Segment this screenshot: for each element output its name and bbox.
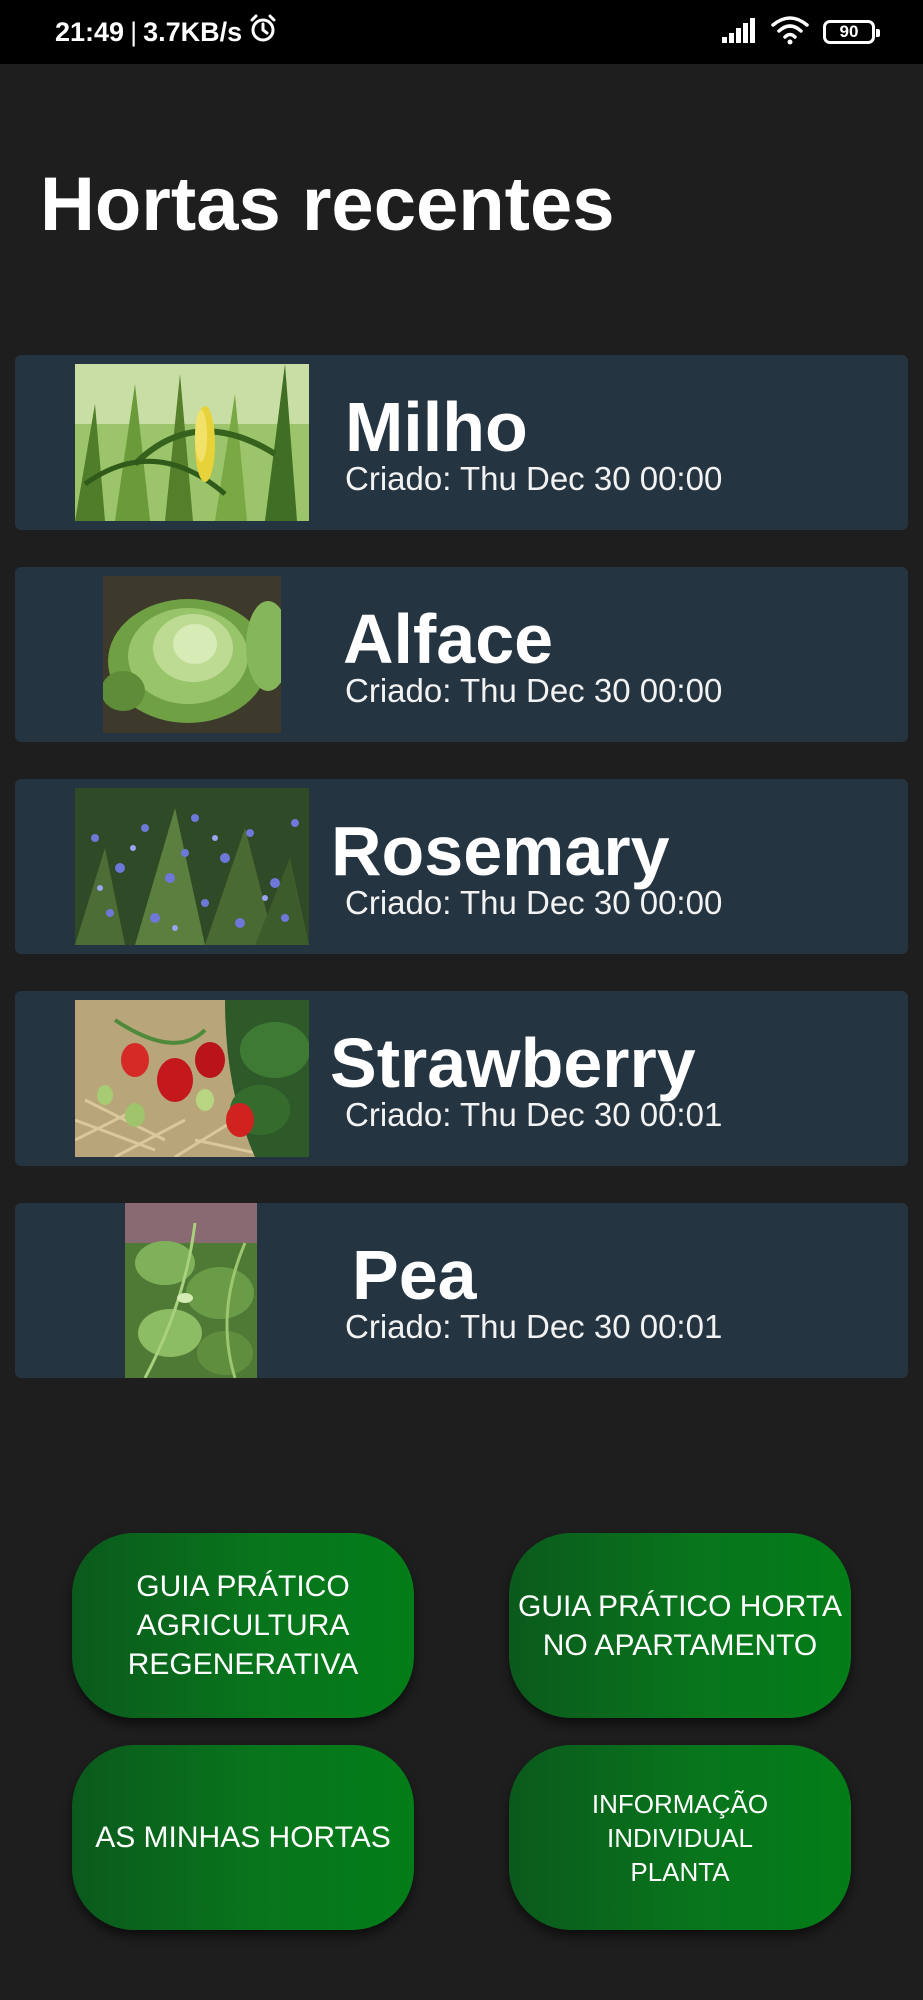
garden-card-milho[interactable]: Milho Criado: Thu Dec 30 00:00 <box>15 355 908 530</box>
individual-plant-info-label: INFORMAÇÃO INDIVIDUAL PLANTA <box>591 1788 769 1887</box>
garden-card-strawberry[interactable]: Strawberry Criado: Thu Dec 30 00:01 <box>15 991 908 1166</box>
status-time: 21:49 <box>55 16 125 47</box>
strawberry-photo <box>75 1000 309 1157</box>
garden-card-name: Alface <box>343 600 554 678</box>
status-separator: | <box>130 16 138 47</box>
garden-card-date: Criado: Thu Dec 30 00:00 <box>345 884 723 921</box>
battery-level: 90 <box>839 22 859 41</box>
garden-card-name: Rosemary <box>331 812 670 890</box>
garden-card-date: Criado: Thu Dec 30 00:00 <box>345 672 723 709</box>
garden-card-name: Pea <box>352 1236 477 1314</box>
signal-icon <box>721 17 757 48</box>
garden-card-alface[interactable]: Alface Criado: Thu Dec 30 00:00 <box>15 567 908 742</box>
status-bar-right: 90 <box>721 0 880 64</box>
battery-icon: 90 <box>823 20 880 44</box>
page-title: Hortas recentes <box>40 162 615 247</box>
garden-card-date: Criado: Thu Dec 30 00:01 <box>345 1308 723 1345</box>
alarm-icon <box>248 14 278 51</box>
status-network-speed: 3.7KB/s <box>143 16 243 47</box>
apartment-garden-guide-button[interactable]: GUIA PRÁTICO HORTA NO APARTAMENTO <box>509 1533 851 1718</box>
apartment-garden-guide-label: GUIA PRÁTICO HORTA NO APARTAMENTO <box>518 1589 842 1662</box>
garden-card-date: Criado: Thu Dec 30 00:00 <box>345 460 723 497</box>
status-bar-left: 21:49 | 3.7KB/s <box>55 0 278 64</box>
garden-card-date: Criado: Thu Dec 30 00:01 <box>345 1096 723 1133</box>
regenerative-agriculture-guide-label: GUIA PRÁTICO AGRICULTURA REGENERATIVA <box>127 1570 359 1681</box>
regenerative-agriculture-guide-button[interactable]: GUIA PRÁTICO AGRICULTURA REGENERATIVA <box>72 1533 414 1718</box>
garden-card-pea[interactable]: Pea Criado: Thu Dec 30 00:01 <box>15 1203 908 1378</box>
individual-plant-info-button[interactable]: INFORMAÇÃO INDIVIDUAL PLANTA <box>509 1745 851 1930</box>
status-bar: 21:49 | 3.7KB/s 90 <box>0 0 923 64</box>
my-gardens-label: AS MINHAS HORTAS <box>95 1821 391 1854</box>
wifi-icon <box>771 15 809 50</box>
garden-card-name: Milho <box>345 388 528 466</box>
my-gardens-button[interactable]: AS MINHAS HORTAS <box>72 1745 414 1930</box>
corn-photo <box>75 364 309 521</box>
garden-card-rosemary[interactable]: Rosemary Criado: Thu Dec 30 00:00 <box>15 779 908 954</box>
lettuce-photo <box>103 576 281 733</box>
garden-card-name: Strawberry <box>330 1024 696 1102</box>
pea-photo <box>125 1203 257 1378</box>
rosemary-photo <box>75 788 309 945</box>
